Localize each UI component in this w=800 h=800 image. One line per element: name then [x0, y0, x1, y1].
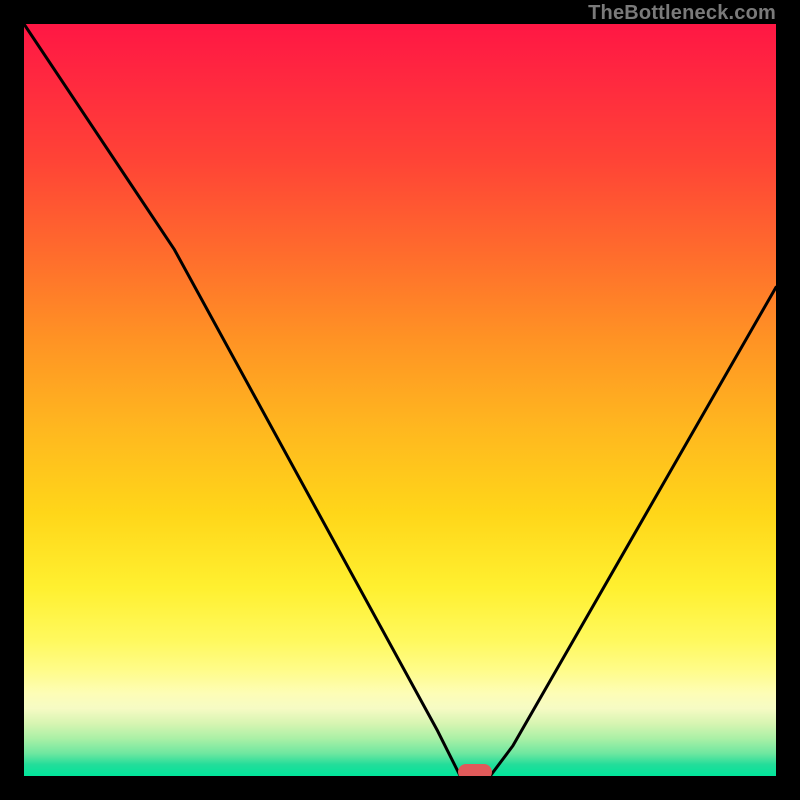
chart-frame: TheBottleneck.com — [0, 0, 800, 800]
optimal-marker-pill — [458, 764, 492, 776]
plot-area — [24, 24, 776, 776]
attribution-text: TheBottleneck.com — [588, 2, 776, 25]
bottleneck-curve — [24, 24, 776, 776]
